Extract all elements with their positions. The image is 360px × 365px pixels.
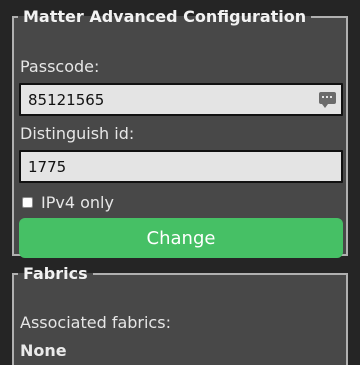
distinguish-id-input[interactable]	[21, 152, 308, 181]
fabrics-panel: Fabrics Associated fabrics: None	[12, 265, 348, 365]
passcode-label: Passcode:	[20, 57, 100, 76]
change-button[interactable]: Change	[19, 218, 343, 258]
distinguish-id-field-wrapper	[19, 150, 343, 183]
ipv4-only-checkbox[interactable]	[22, 196, 33, 208]
fabrics-legend: Fabrics	[23, 264, 88, 283]
passcode-input[interactable]	[21, 85, 308, 114]
config-legend: Matter Advanced Configuration	[23, 7, 307, 26]
keyboard-suggest-icon[interactable]	[319, 92, 336, 108]
distinguish-id-label: Distinguish id:	[20, 124, 135, 143]
associated-fabrics-value: None	[20, 341, 67, 360]
associated-fabrics-label: Associated fabrics:	[20, 313, 171, 332]
passcode-field-wrapper	[19, 83, 343, 116]
ipv4-only-label[interactable]: IPv4 only	[41, 193, 114, 212]
ipv4-only-row[interactable]: IPv4 only	[22, 193, 114, 212]
matter-advanced-configuration-panel: Matter Advanced Configuration Passcode: …	[12, 7, 348, 258]
